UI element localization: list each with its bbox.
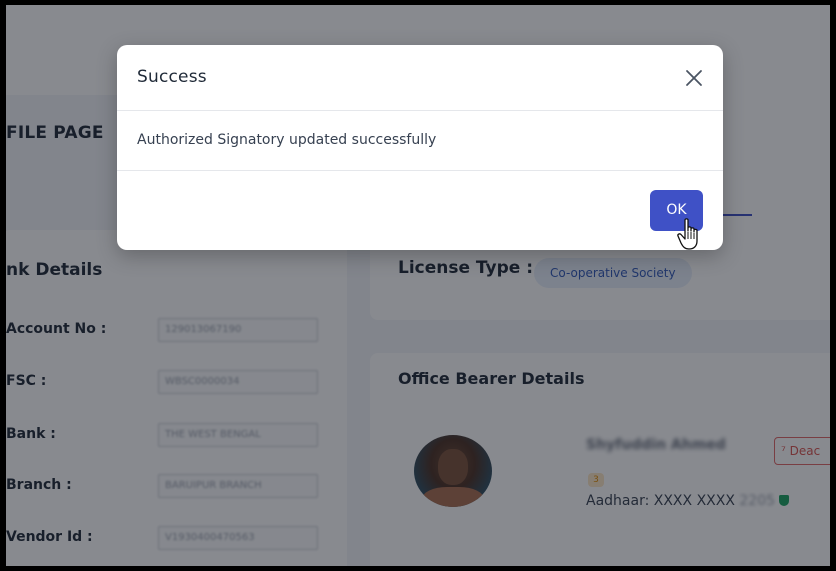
screen-frame: FILE PAGE nk Details Account No : 129013… — [6, 5, 830, 566]
close-icon[interactable] — [683, 67, 705, 89]
dialog-body: Authorized Signatory updated successfull… — [117, 111, 723, 171]
dialog-message: Authorized Signatory updated successfull… — [137, 132, 437, 148]
success-dialog: Success Authorized Signatory updated suc… — [117, 45, 723, 250]
hand-pointer-icon — [677, 218, 698, 250]
dialog-title: Success — [137, 67, 207, 87]
dialog-header: Success — [117, 45, 723, 111]
